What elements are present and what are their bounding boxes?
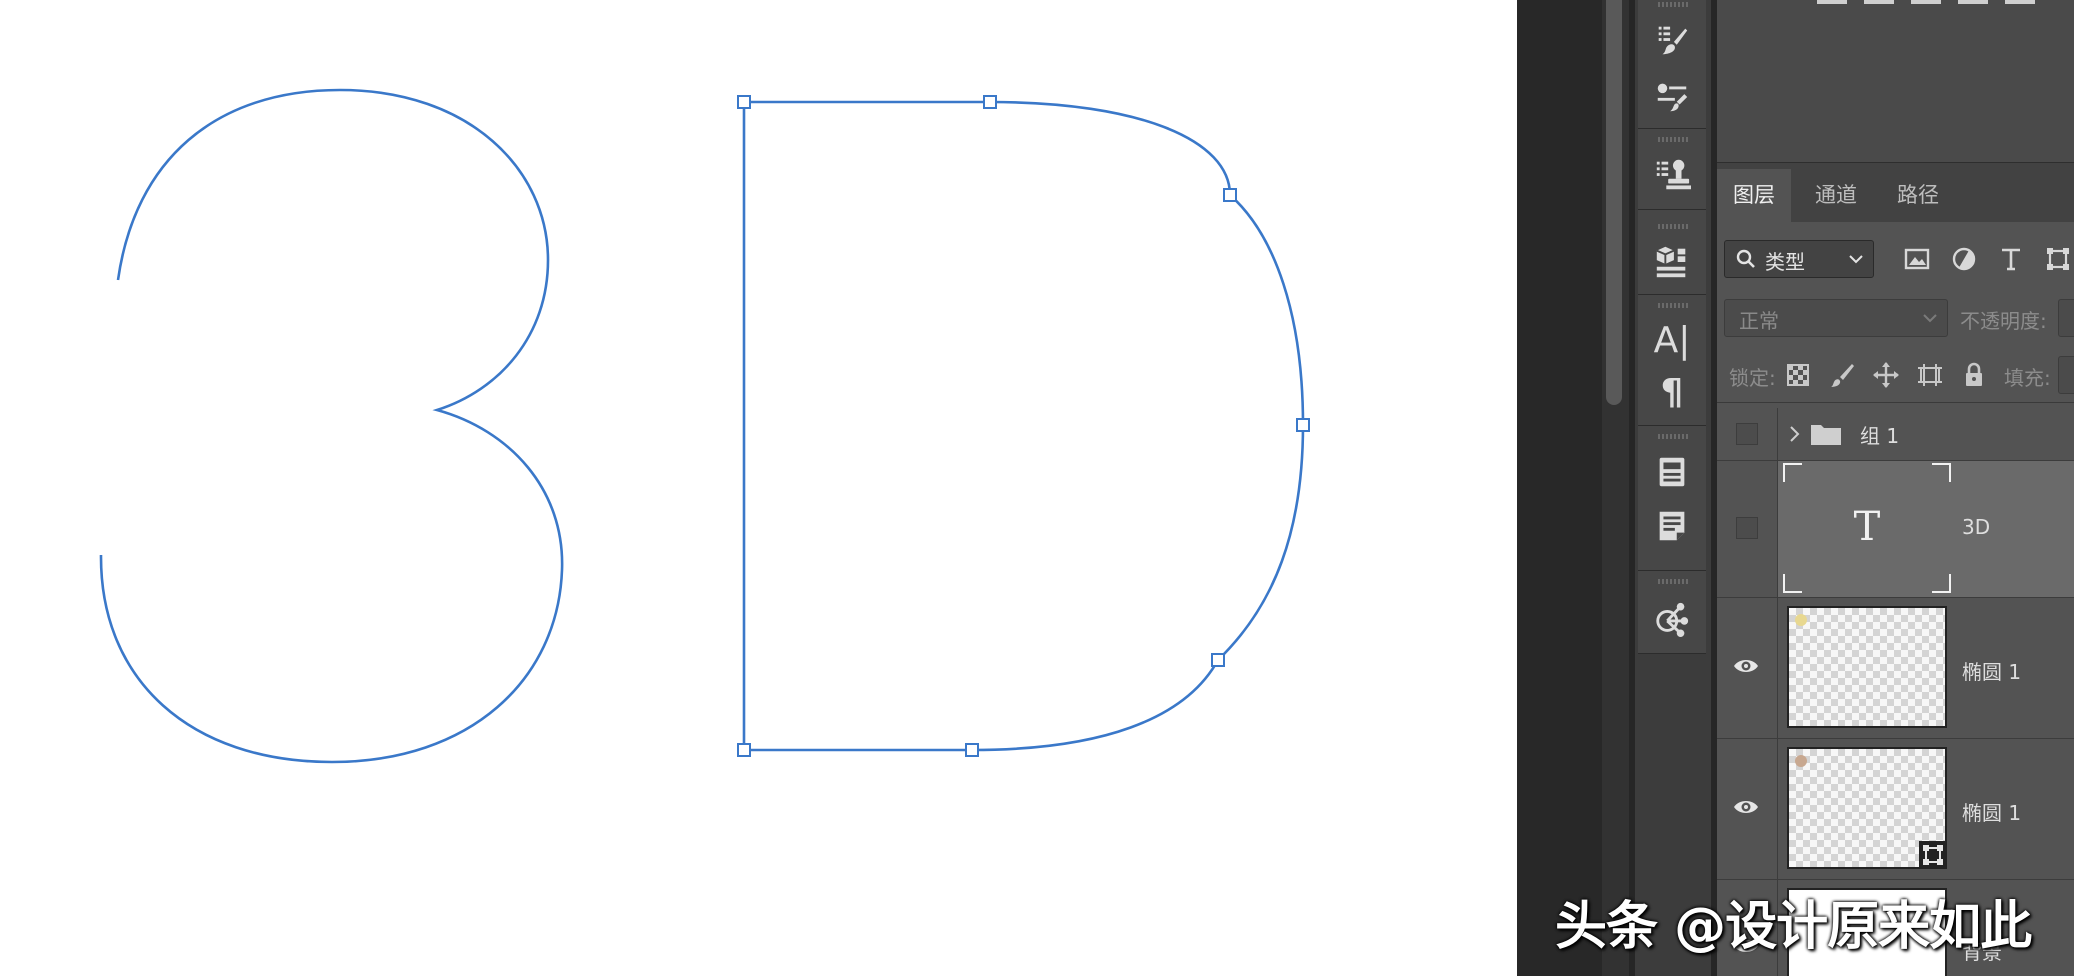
tool-group-modifier: [1638, 571, 1706, 654]
character-icon[interactable]: A|: [1650, 319, 1694, 363]
modifier-icon[interactable]: [1650, 597, 1694, 641]
align-button[interactable]: [1864, 0, 1894, 4]
clone-source-icon[interactable]: [1650, 153, 1694, 197]
properties-panel: [1717, 0, 2074, 162]
layer-name: 椭圆 1: [1962, 660, 2022, 684]
eye-icon[interactable]: [1732, 797, 1760, 817]
align-button[interactable]: [1817, 0, 1847, 4]
layer-name: 椭圆 1: [1962, 801, 2022, 825]
tab-layers[interactable]: 图层: [1717, 169, 1791, 222]
drag-grip[interactable]: [1658, 579, 1688, 584]
layer-row-ellipse[interactable]: 椭圆 1: [1717, 739, 2074, 880]
lock-image-pixels-icon[interactable]: [1828, 361, 1856, 389]
search-icon: [1736, 249, 1755, 268]
text-layer-thumbnail: T: [1782, 462, 1952, 594]
tool-group-brush: [1638, 0, 1706, 129]
3d-materials-icon[interactable]: [1650, 240, 1694, 284]
anchor-points[interactable]: [737, 95, 1310, 757]
filter-kind-label: 类型: [1765, 250, 1805, 274]
chevron-right-icon[interactable]: [1787, 424, 1803, 444]
layer-row-ellipse[interactable]: 椭圆 1: [1717, 598, 2074, 739]
chevron-down-icon: [1923, 314, 1937, 323]
scrollbar-thumb[interactable]: [1606, 0, 1622, 405]
text-outline-paths: [99, 88, 1310, 764]
document-canvas[interactable]: [0, 0, 1517, 976]
brush-settings-icon[interactable]: [1650, 74, 1694, 118]
visibility-toggle[interactable]: [1717, 598, 1778, 738]
lock-artboard-icon[interactable]: [1916, 361, 1944, 389]
blend-mode-select[interactable]: 正常: [1724, 299, 1948, 337]
drag-grip[interactable]: [1658, 434, 1688, 439]
layer-thumbnail: [1787, 747, 1947, 869]
lock-all-icon[interactable]: [1960, 361, 1988, 389]
character-styles-icon[interactable]: [1650, 450, 1694, 494]
digit-3-outline[interactable]: [99, 88, 564, 764]
lock-row: 锁定: 填充:: [1717, 348, 2074, 403]
tool-group-type: A| ¶: [1638, 295, 1706, 426]
align-button[interactable]: [1958, 0, 1988, 4]
fill-field[interactable]: [2058, 356, 2074, 394]
type-icon: T: [1854, 504, 1881, 550]
panel-tabs: 图层 通道 路径: [1717, 162, 2074, 222]
chevron-down-icon: [1849, 255, 1863, 264]
smart-object-badge: [1919, 841, 1947, 869]
tool-group-clone: [1638, 129, 1706, 210]
drag-grip[interactable]: [1658, 137, 1688, 142]
folder-icon: [1811, 425, 1841, 445]
align-button[interactable]: [1911, 0, 1941, 4]
blend-row: 正常 不透明度:: [1717, 292, 2074, 340]
layer-name: 组 1: [1860, 424, 1900, 448]
tool-group-styles: [1638, 426, 1706, 571]
tab-channels[interactable]: 通道: [1799, 169, 1873, 222]
layer-row-group[interactable]: 组 1: [1717, 408, 2074, 461]
blend-mode-label: 正常: [1739, 309, 1779, 333]
tab-paths[interactable]: 路径: [1881, 169, 1955, 222]
paragraph-styles-icon[interactable]: [1650, 504, 1694, 548]
filter-shape-icon[interactable]: [2043, 244, 2073, 274]
layer-row-text-3d[interactable]: T 3D: [1717, 461, 2074, 598]
layer-filter-row: 类型: [1717, 222, 2074, 284]
opacity-field[interactable]: [2058, 299, 2074, 337]
ellipse-preview: [1795, 614, 1807, 626]
visibility-box[interactable]: [1736, 517, 1758, 539]
align-button[interactable]: [2005, 0, 2035, 4]
opacity-label: 不透明度:: [1960, 309, 2047, 333]
letter-d-outline[interactable]: [742, 100, 1305, 752]
visibility-toggle[interactable]: [1717, 408, 1778, 460]
paragraph-icon[interactable]: ¶: [1650, 371, 1694, 415]
ellipse-preview: [1795, 755, 1807, 767]
visibility-toggle[interactable]: [1717, 461, 1778, 597]
drag-grip[interactable]: [1658, 2, 1688, 7]
filter-pixel-icon[interactable]: [1902, 244, 1932, 274]
canvas-scrollbar[interactable]: [1602, 0, 1629, 976]
layer-name: 3D: [1962, 515, 1991, 539]
fill-label: 填充:: [2004, 366, 2051, 390]
filter-type-icon[interactable]: [1996, 244, 2026, 274]
pasteboard-gutter: [1517, 0, 1602, 976]
collapsed-panels-strip: A| ¶: [1635, 0, 1711, 976]
lock-transparent-pixels-icon[interactable]: [1784, 361, 1812, 389]
brush-presets-icon[interactable]: [1650, 18, 1694, 62]
filter-adjustment-icon[interactable]: [1949, 244, 1979, 274]
lock-label: 锁定:: [1729, 366, 1776, 390]
drag-grip[interactable]: [1658, 303, 1688, 308]
layers-panel-dock: 图层 通道 路径 类型 正常 不透明度: 锁定: 填充: 组 1 T 3D 椭圆…: [1717, 0, 2074, 976]
visibility-box[interactable]: [1736, 423, 1758, 445]
filter-kind-select[interactable]: 类型: [1724, 240, 1874, 278]
visibility-toggle[interactable]: [1717, 739, 1778, 879]
watermark-text: 头条 @设计原来如此: [1555, 897, 2032, 957]
layer-thumbnail: [1787, 606, 1947, 728]
tool-group-3d: [1638, 210, 1706, 295]
drag-grip[interactable]: [1658, 224, 1688, 229]
lock-position-icon[interactable]: [1872, 361, 1900, 389]
eye-icon[interactable]: [1732, 656, 1760, 676]
